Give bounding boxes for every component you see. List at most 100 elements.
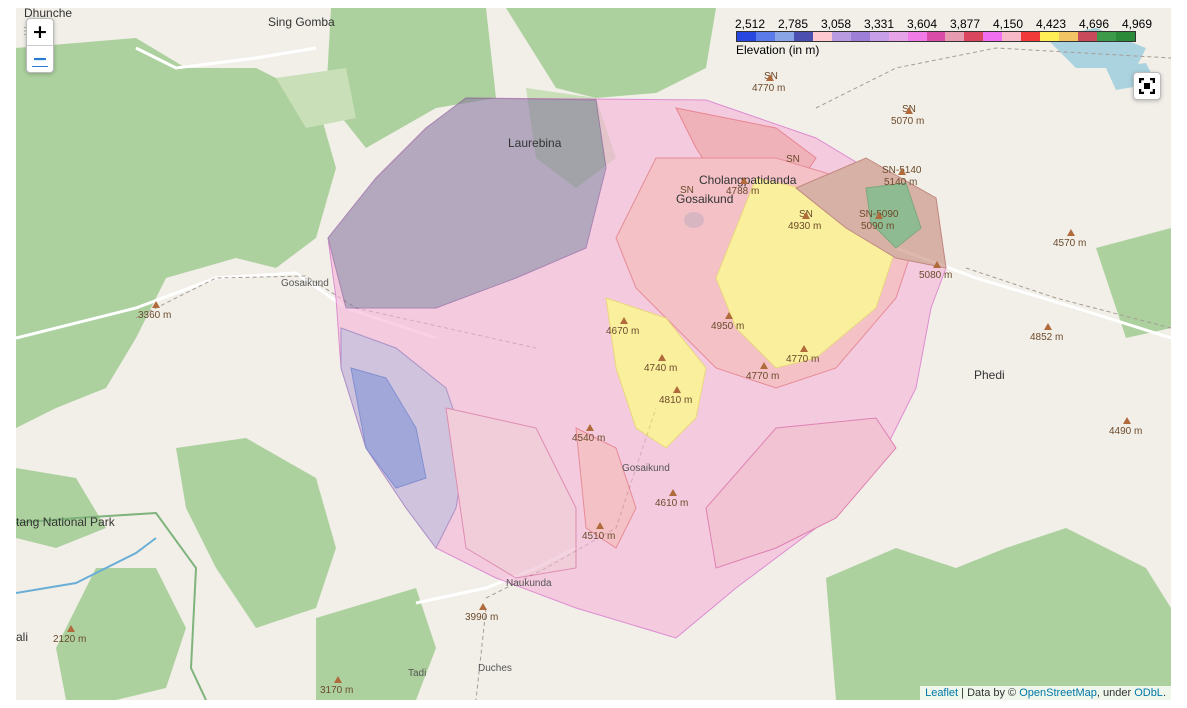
place-label: tang National Park: [16, 515, 115, 529]
zoom-control: + −: [26, 18, 54, 73]
legend-swatch: [1021, 32, 1041, 41]
legend-tick: 4,150: [992, 17, 1024, 31]
legend-swatch: [1002, 32, 1022, 41]
zoom-out-button[interactable]: −: [27, 45, 53, 72]
elevation-label: 5090 m: [861, 221, 895, 232]
elevation-label: 4670 m: [606, 326, 640, 337]
legend-swatch: [964, 32, 984, 41]
peak-icon: [802, 212, 810, 219]
elevation-label: 4490 m: [1109, 426, 1143, 437]
peak-icon: [334, 676, 342, 683]
fullscreen-button[interactable]: [1133, 72, 1161, 100]
peak-icon: [898, 168, 906, 175]
legend-swatch: [737, 32, 756, 41]
place-label: Phedi: [974, 368, 1005, 382]
elevation-label: SN: [786, 154, 800, 165]
legend-swatch: [831, 32, 851, 41]
elevation-label: 3170 m: [320, 685, 354, 696]
legend-swatch: [1059, 32, 1079, 41]
peak-icon: [760, 362, 768, 369]
place-label: Sing Gomba: [268, 15, 335, 29]
elevation-label: 4510 m: [582, 531, 616, 542]
peak-icon: [152, 301, 160, 308]
peak-icon: [673, 386, 681, 393]
peak-icon: [67, 625, 75, 632]
zoom-in-button[interactable]: +: [27, 19, 53, 45]
peak-icon: [596, 522, 604, 529]
elevation-label: SN: [680, 185, 694, 196]
legend-tick: 4,696: [1078, 17, 1110, 31]
elevation-label: 4770 m: [752, 83, 786, 94]
legend-swatch: [755, 32, 775, 41]
legend-swatch: [1097, 32, 1117, 41]
legend-swatch: [812, 32, 832, 41]
legend-tick: 4,423: [1035, 17, 1067, 31]
place-label: ali: [16, 630, 29, 644]
peak-icon: [933, 261, 941, 268]
odbl-link[interactable]: ODbL: [1134, 687, 1163, 699]
legend-swatch: [793, 32, 813, 41]
elevation-label: 3360 m: [138, 310, 172, 321]
peak-icon: [766, 74, 774, 81]
elevation-label: 5070 m: [891, 116, 925, 127]
peak-icon: [658, 354, 666, 361]
elevation-label: 4950 m: [711, 321, 745, 332]
legend-tick: 3,604: [906, 17, 938, 31]
elevation-label: 2120 m: [53, 634, 87, 645]
elevation-label: 5140 m: [884, 177, 918, 188]
legend-tick: 2,512: [734, 17, 766, 31]
peak-icon: [669, 489, 677, 496]
legend-swatch: [888, 32, 908, 41]
road-label: Gosaikund: [622, 463, 670, 474]
elevation-label: 5080 m: [919, 270, 953, 281]
legend-colorbar: [736, 31, 1136, 42]
elevation-label: 4770 m: [786, 354, 820, 365]
elevation-label: 4610 m: [655, 498, 689, 509]
attribution: Leaflet | Data by © OpenStreetMap, under…: [920, 686, 1171, 700]
legend-tick: 3,331: [863, 17, 895, 31]
elevation-label: 4930 m: [788, 221, 822, 232]
leaflet-link[interactable]: Leaflet: [925, 687, 958, 699]
legend-swatch: [926, 32, 946, 41]
peak-icon: [586, 424, 594, 431]
basemap: [16, 8, 1171, 700]
legend-swatch: [1078, 32, 1098, 41]
legend-tick: 3,058: [820, 17, 852, 31]
attribution-under: , under: [1096, 687, 1135, 699]
peak-icon: [1123, 417, 1131, 424]
road-label: Naukunda: [506, 578, 552, 589]
elevation-label: 4810 m: [659, 395, 693, 406]
attribution-end: .: [1162, 687, 1166, 699]
legend-swatch: [1040, 32, 1060, 41]
elevation-legend: 2,512 2,785 3,058 3,331 3,604 3,877 4,150 4,423…: [720, 17, 1152, 57]
elevation-label: 4770 m: [746, 371, 780, 382]
road-label: Duches: [478, 663, 512, 674]
peak-icon: [1067, 229, 1075, 236]
elevation-label: 4788 m: [726, 186, 760, 197]
elevation-label: 4852 m: [1030, 332, 1064, 343]
legend-swatch: [869, 32, 889, 41]
peak-icon: [479, 603, 487, 610]
map[interactable]: ⋮ Dhunche Sing Gomba Laurebina Cholangpatid…: [16, 8, 1171, 700]
fullscreen-icon: [1139, 78, 1155, 94]
peak-icon: [1044, 323, 1052, 330]
peak-icon: [905, 107, 913, 114]
legend-swatch: [945, 32, 965, 41]
osm-link[interactable]: OpenStreetMap: [1019, 687, 1097, 699]
road-label: Tadi: [408, 668, 427, 679]
elevation-label: 4570 m: [1053, 238, 1087, 249]
place-label: Laurebina: [508, 136, 562, 150]
attribution-sep: | Data by ©: [958, 687, 1020, 699]
legend-ticks: 2,512 2,785 3,058 3,331 3,604 3,877 4,150 4,423…: [720, 17, 1152, 31]
legend-tick: 2,785: [777, 17, 809, 31]
legend-swatch: [983, 32, 1003, 41]
legend-swatch: [907, 32, 927, 41]
legend-swatch: [1116, 32, 1136, 41]
elevation-label: 4740 m: [644, 363, 678, 374]
elevation-overlay: [327, 97, 947, 639]
legend-tick: 4,969: [1121, 17, 1153, 31]
elevation-label: 4540 m: [572, 433, 606, 444]
peak-icon: [740, 177, 748, 184]
elevation-label: 3990 m: [465, 612, 499, 623]
legend-tick: 3,877: [949, 17, 981, 31]
